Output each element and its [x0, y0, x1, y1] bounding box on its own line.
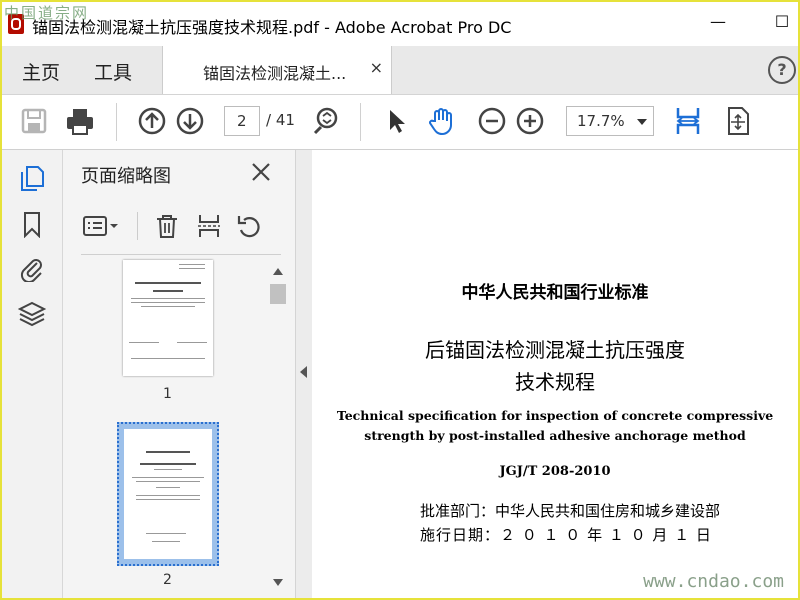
doc-standard-number: JGJ/T 208-2010: [499, 464, 611, 479]
zoom-search-icon[interactable]: [310, 105, 342, 137]
tab-close-icon[interactable]: ×: [370, 58, 383, 77]
doc-effective-date: 施行日期：２ ０ １ ０ 年 １ ０ 月 １ 日: [420, 526, 712, 544]
page-total: / 41: [266, 111, 295, 129]
save-icon[interactable]: [18, 105, 50, 137]
panel-divider: [81, 254, 281, 255]
hand-tool-icon[interactable]: [426, 105, 458, 137]
select-tool-icon[interactable]: [380, 105, 412, 137]
panel-scrollbar[interactable]: [269, 260, 287, 590]
chevron-down-icon: [637, 119, 647, 125]
minimize-button[interactable]: —: [708, 12, 728, 32]
page-number-input[interactable]: 2: [224, 106, 260, 136]
extract-page-icon[interactable]: [195, 212, 223, 240]
zoom-level-value: 17.7%: [577, 112, 625, 130]
document-tab[interactable]: 锚固法检测混凝土... ×: [162, 46, 392, 94]
print-icon[interactable]: [64, 105, 96, 137]
doc-standard-category: 中华人民共和国行业标准: [461, 283, 649, 303]
menu-tools[interactable]: 工具: [94, 58, 132, 85]
thumbnail-1-label: 1: [163, 386, 172, 402]
collapse-panel-arrow-icon[interactable]: [300, 366, 307, 378]
scrollbar-thumb[interactable]: [270, 284, 286, 304]
watermark-bottom: www.cndao.com: [643, 571, 784, 592]
navigation-rail: [2, 150, 63, 598]
previous-page-icon[interactable]: [136, 105, 168, 137]
panel-title: 页面缩略图: [81, 166, 171, 187]
toolbar-separator: [360, 103, 361, 141]
scroll-up-arrow-icon[interactable]: [273, 268, 283, 275]
zoom-out-icon[interactable]: [476, 105, 508, 137]
layers-icon[interactable]: [18, 300, 46, 328]
title-bar: 中国道宗网 锚固法检测混凝土抗压强度技术规程.pdf - Adobe Acrob…: [2, 2, 798, 46]
bookmarks-icon[interactable]: [18, 210, 46, 238]
document-tab-label: 锚固法检测混凝土...: [203, 64, 347, 83]
toolbar: 2 / 41 17.7%: [2, 95, 798, 150]
page-thumbnail-1[interactable]: [123, 260, 213, 376]
doc-english-title-1: Technical specification for inspection o…: [336, 408, 774, 423]
next-page-icon[interactable]: [174, 105, 206, 137]
close-panel-icon[interactable]: [249, 160, 273, 184]
thumbnail-2-label: 2: [163, 572, 172, 588]
zoom-level-select[interactable]: 17.7%: [566, 106, 654, 136]
thumbnails-panel: 页面缩略图 1 2: [63, 150, 296, 598]
fit-page-width-icon[interactable]: [672, 105, 704, 137]
full-screen-icon[interactable]: [722, 105, 754, 137]
scroll-down-arrow-icon[interactable]: [273, 579, 283, 586]
doc-title-line-1: 后锚固法检测混凝土抗压强度: [425, 338, 685, 362]
maximize-button[interactable]: ☐: [772, 12, 792, 32]
delete-page-icon[interactable]: [153, 212, 181, 240]
page-thumbnail-2: [124, 429, 212, 559]
page-thumbnail-2-selected[interactable]: [117, 422, 219, 566]
panel-separator: [137, 212, 138, 240]
tab-row: 主页 工具 锚固法检测混凝土... × ?: [2, 46, 798, 95]
zoom-in-icon[interactable]: [514, 105, 546, 137]
menu-home[interactable]: 主页: [22, 58, 60, 85]
toolbar-separator: [116, 103, 117, 141]
panel-toolbar: [63, 206, 295, 246]
doc-english-title-2: strength by post-installed adhesive anch…: [364, 428, 746, 443]
window-title: 锚固法检测混凝土抗压强度技术规程.pdf - Adobe Acrobat Pro…: [32, 18, 512, 37]
attachments-icon[interactable]: [18, 254, 46, 282]
panel-splitter[interactable]: [296, 150, 312, 598]
page-thumbnails-icon[interactable]: [18, 164, 46, 192]
help-icon[interactable]: ?: [768, 56, 796, 84]
app-window: 中国道宗网 锚固法检测混凝土抗压强度技术规程.pdf - Adobe Acrob…: [0, 0, 800, 600]
thumbnail-options-icon[interactable]: [81, 212, 121, 240]
doc-approval-authority: 批准部门：中华人民共和国住房和城乡建设部: [420, 502, 721, 520]
doc-title-line-2: 技术规程: [515, 370, 595, 394]
rotate-page-icon[interactable]: [235, 212, 263, 240]
document-view[interactable]: 中华人民共和国行业标准 后锚固法检测混凝土抗压强度 技术规程 Technical…: [312, 150, 798, 598]
